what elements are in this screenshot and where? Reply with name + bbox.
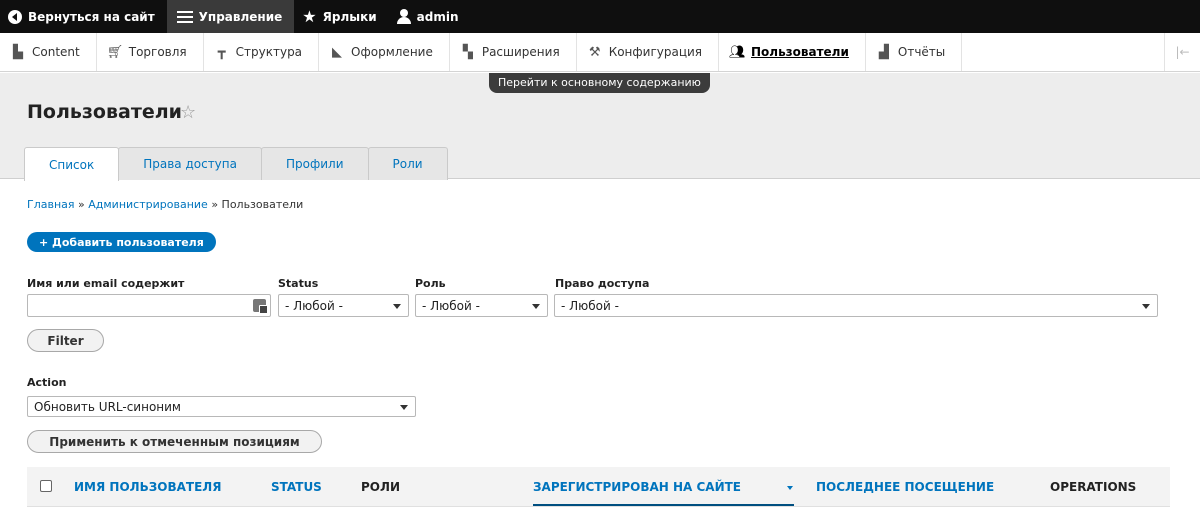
tray-item-content[interactable]: ▙ Content (0, 33, 97, 71)
tray-item-config[interactable]: ⚒︎ Конфигурация (577, 33, 720, 71)
breadcrumb-separator: » (78, 198, 85, 211)
filter-button[interactable]: Filter (27, 329, 104, 352)
tray-item-extend[interactable]: ▚ Расширения (450, 33, 577, 71)
tray-spacer (962, 33, 1164, 71)
shortcuts-label: Ярлыки (322, 9, 377, 24)
chevron-down-icon (400, 405, 408, 410)
permission-select-value: - Любой - (561, 298, 619, 313)
column-header-last-access[interactable]: ПОСЛЕДНЕЕ ПОСЕЩЕНИЕ (816, 480, 994, 494)
role-select-value: - Любой - (422, 298, 480, 313)
column-header-registered[interactable]: ЗАРЕГИСТРИРОВАН НА САЙТЕ (533, 480, 741, 494)
status-select-value: - Любой - (285, 298, 343, 313)
chevron-down-icon (1142, 304, 1150, 309)
tab-list[interactable]: Список (24, 147, 120, 181)
tray-item-label: Пользователи (751, 45, 849, 59)
action-label: Action (27, 376, 67, 389)
sort-descending-icon (787, 486, 793, 490)
admin-tray: ▙ Content 🛒︎ Торговля ┳ Структура ◣ Офор… (0, 33, 1200, 72)
user-icon (396, 9, 411, 24)
tab-profiles[interactable]: Профили (260, 147, 369, 180)
column-header-operations: OPERATIONS (1050, 480, 1137, 494)
cart-icon: 🛒︎ (106, 44, 124, 60)
back-to-site-label: Вернуться на сайт (28, 9, 155, 24)
sitemap-icon: ┳ (217, 44, 226, 60)
shortcut-star-icon[interactable]: ☆ (180, 102, 196, 123)
tray-item-people[interactable]: 👥︎ Пользователи (719, 33, 866, 71)
users-table-header: ИМЯ ПОЛЬЗОВАТЕЛЯ STATUS РОЛИ ЗАРЕГИСТРИР… (27, 467, 1170, 507)
tray-item-structure[interactable]: ┳ Структура (204, 33, 320, 71)
breadcrumb-home-link[interactable]: Главная (27, 198, 75, 211)
manage-label: Управление (198, 9, 283, 24)
tray-item-label: Расширения (481, 45, 560, 59)
action-select[interactable]: Обновить URL-синоним (27, 396, 416, 417)
file-icon: ▙ (13, 44, 23, 60)
role-filter-label: Роль (415, 277, 446, 290)
hamburger-icon (176, 10, 193, 23)
manage-menu-button[interactable]: Управление (166, 0, 295, 33)
user-label: admin (416, 9, 459, 24)
skip-to-main-link[interactable]: Перейти к основному содержанию (489, 73, 710, 93)
tray-item-label: Структура (235, 45, 303, 59)
tab-permissions[interactable]: Права доступа (118, 147, 262, 180)
name-email-input[interactable] (27, 294, 271, 317)
tray-item-label: Content (32, 45, 80, 59)
breadcrumb-current: Пользователи (221, 198, 304, 211)
tray-item-appearance[interactable]: ◣ Оформление (319, 33, 450, 71)
name-filter-label: Имя или email содержит (27, 277, 185, 290)
breadcrumb: Главная » Администрирование » Пользовате… (27, 198, 303, 211)
people-icon: 👥︎ (729, 44, 746, 60)
paintbrush-icon: ◣ (332, 44, 343, 60)
tray-item-label: Отчёты (897, 45, 946, 59)
status-filter-label: Status (278, 277, 319, 290)
collapse-tray-icon[interactable]: |← (1164, 33, 1200, 71)
column-header-username[interactable]: ИМЯ ПОЛЬЗОВАТЕЛЯ (74, 480, 222, 494)
select-all-checkbox[interactable] (40, 480, 52, 492)
tray-item-reports[interactable]: ▟ Отчёты (866, 33, 963, 71)
back-arrow-icon (8, 9, 22, 24)
bar-chart-icon: ▟ (878, 44, 889, 60)
permission-select[interactable]: - Любой - (554, 294, 1158, 317)
tray-item-label: Конфигурация (608, 45, 703, 59)
status-select[interactable]: - Любой - (278, 294, 409, 317)
active-sort-underline (533, 504, 794, 506)
star-icon: ★ (302, 6, 317, 26)
page-title: Пользователи (27, 101, 182, 123)
column-header-roles: РОЛИ (361, 480, 401, 494)
tray-item-commerce[interactable]: 🛒︎ Торговля (97, 33, 204, 71)
wrench-icon: ⚒︎ (588, 44, 601, 60)
chevron-down-icon (532, 304, 540, 309)
action-select-value: Обновить URL-синоним (34, 399, 181, 414)
breadcrumb-separator: » (211, 198, 219, 211)
permission-filter-label: Право доступа (555, 277, 650, 290)
tray-item-label: Торговля (128, 45, 187, 59)
autofill-icon[interactable] (253, 299, 268, 314)
admin-toolbar: Вернуться на сайт Управление ★ Ярлыки ad… (0, 0, 1200, 33)
apply-to-selected-button[interactable]: Применить к отмеченным позициям (27, 430, 322, 453)
role-select[interactable]: - Любой - (415, 294, 548, 317)
shortcuts-button[interactable]: ★ Ярлыки (294, 0, 388, 33)
add-user-button[interactable]: + Добавить пользователя (27, 232, 216, 252)
tab-roles[interactable]: Роли (367, 147, 448, 180)
chevron-down-icon (393, 304, 401, 309)
puzzle-icon: ▚ (462, 44, 473, 60)
breadcrumb-admin-link[interactable]: Администрирование (88, 198, 208, 211)
user-menu-button[interactable]: admin (389, 0, 471, 33)
tray-item-label: Оформление (351, 45, 433, 59)
back-to-site-link[interactable]: Вернуться на сайт (0, 0, 167, 33)
primary-tabs: Список Права доступа Профили Роли (24, 147, 448, 181)
column-header-status[interactable]: STATUS (271, 480, 322, 494)
